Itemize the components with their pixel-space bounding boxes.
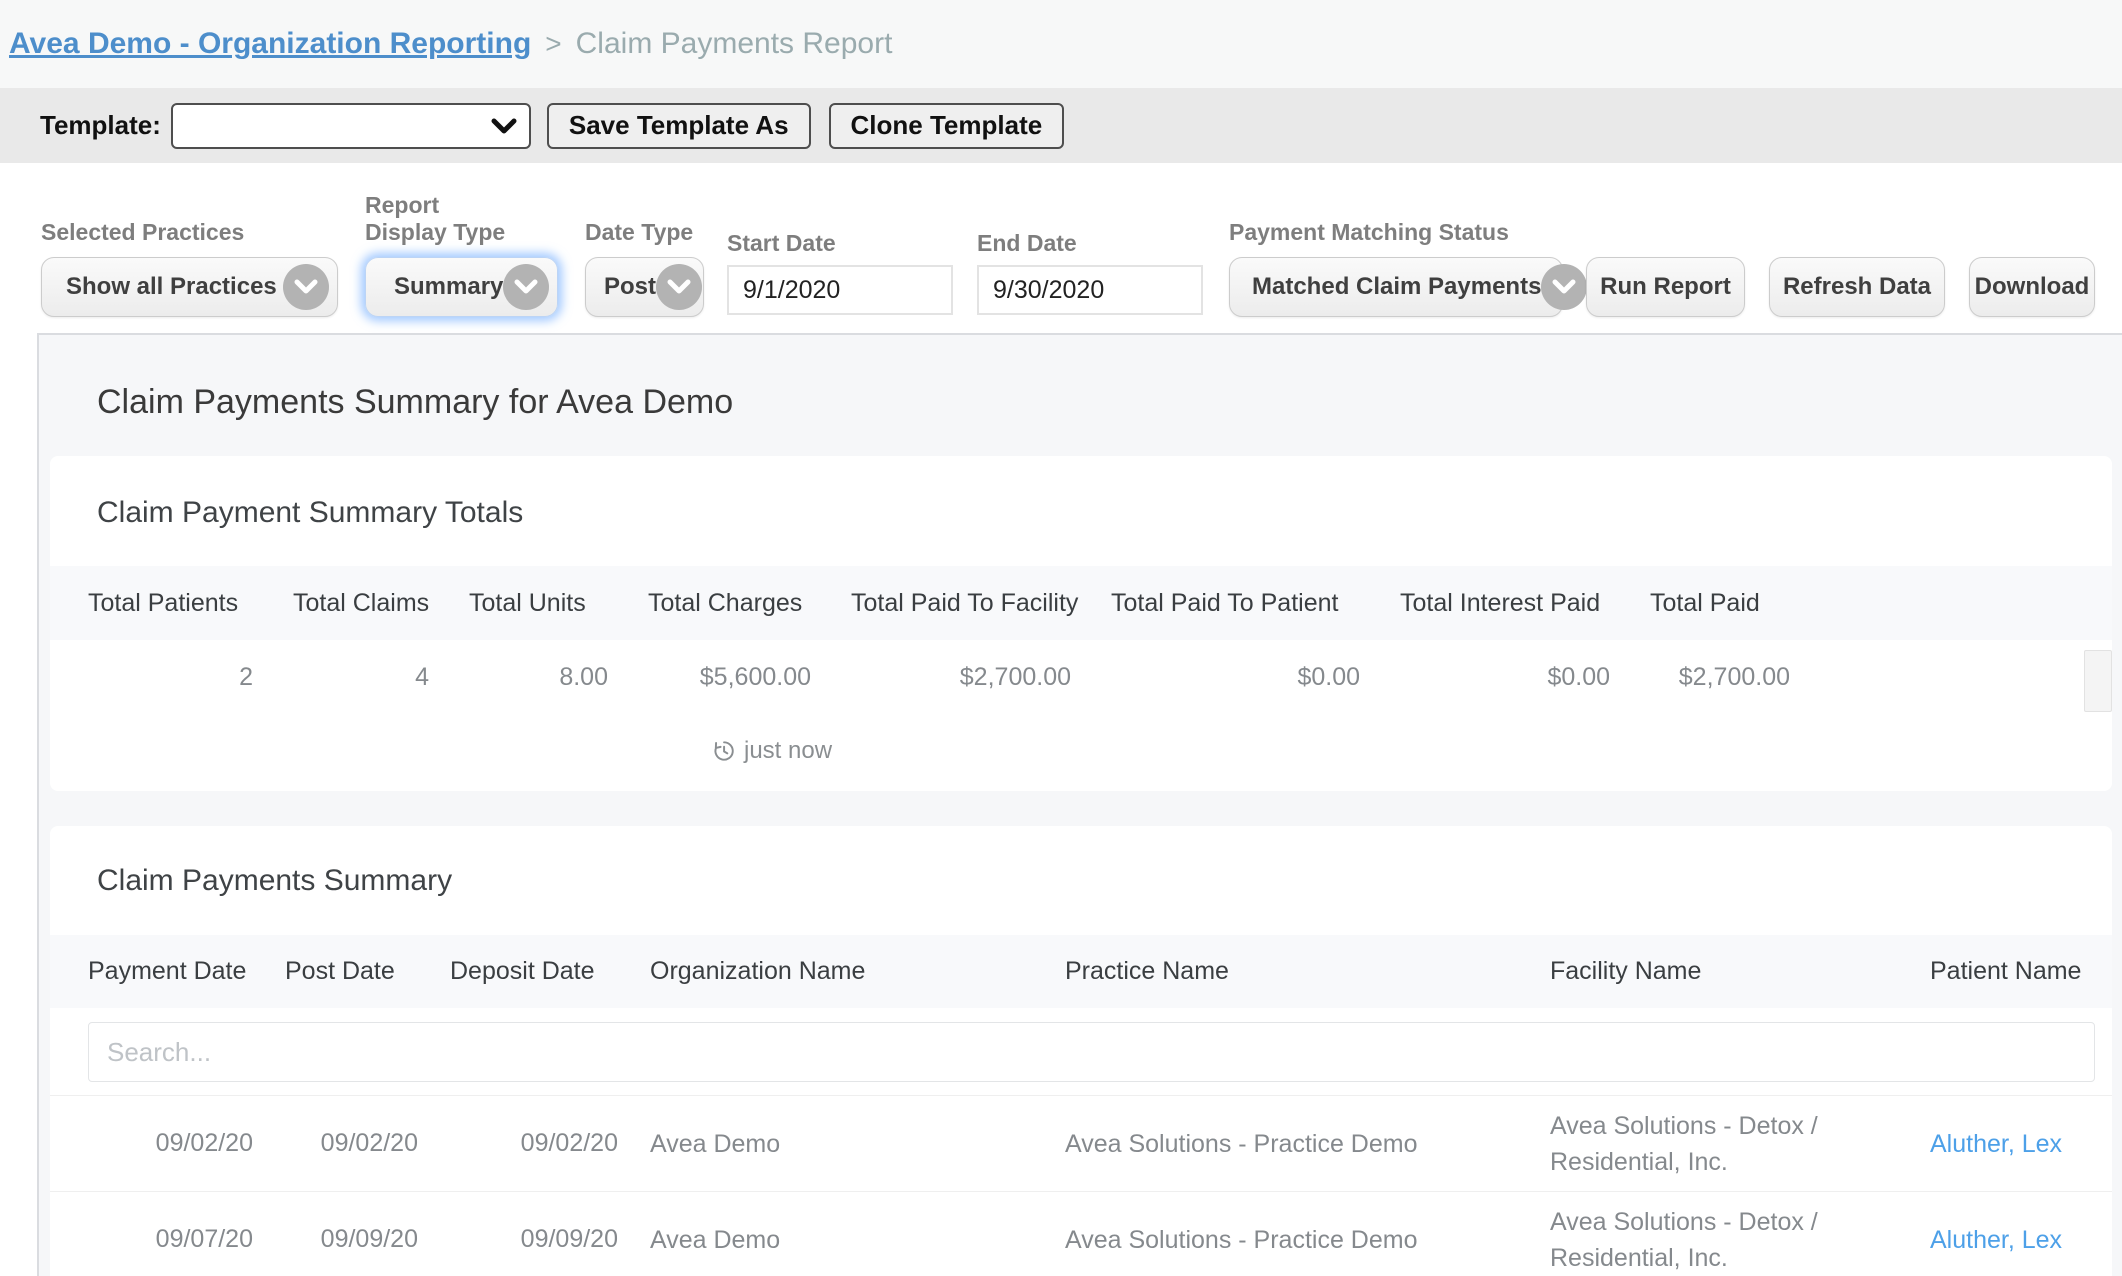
template-select[interactable] xyxy=(171,103,531,149)
total-claims-value: 4 xyxy=(255,663,431,692)
totals-table-row: 2 4 8.00 $5,600.00 $2,700.00 $0.00 $0.00… xyxy=(50,640,2112,715)
column-header: Facility Name xyxy=(1530,957,1910,986)
column-header: Total Units xyxy=(431,589,610,618)
summary-card-title: Claim Payments Summary xyxy=(50,826,2112,898)
practice-name-cell: Avea Solutions - Practice Demo xyxy=(1045,1126,1530,1162)
download-button[interactable]: Download xyxy=(1969,257,2095,317)
table-row: 09/07/20 09/09/20 09/09/20 Avea Demo Ave… xyxy=(50,1191,2112,1276)
column-header: Post Date xyxy=(265,957,430,986)
breadcrumb: Avea Demo - Organization Reporting > Cla… xyxy=(0,0,2122,88)
breadcrumb-separator: > xyxy=(545,28,561,60)
refreshed-text: just now xyxy=(744,737,832,765)
filter-report-display-type: Report Display Type Summary xyxy=(365,192,558,317)
clone-template-button[interactable]: Clone Template xyxy=(829,103,1065,149)
history-clock-icon xyxy=(710,738,736,764)
column-header: Total Paid To Patient xyxy=(1073,589,1362,618)
start-date-input[interactable] xyxy=(727,265,953,315)
summary-table-header: Payment Date Post Date Deposit Date Orga… xyxy=(50,935,2112,1008)
save-template-as-button[interactable]: Save Template As xyxy=(547,103,811,149)
refresh-data-button[interactable]: Refresh Data xyxy=(1769,257,1945,317)
column-header: Total Claims xyxy=(255,589,431,618)
template-label: Template: xyxy=(40,110,161,141)
totals-table-header: Total Patients Total Claims Total Units … xyxy=(50,566,2112,640)
filter-selected-practices: Selected Practices Show all Practices xyxy=(41,219,338,317)
chevron-down-icon xyxy=(656,264,702,310)
practice-name-cell: Avea Solutions - Practice Demo xyxy=(1045,1222,1530,1258)
totals-card-title: Claim Payment Summary Totals xyxy=(50,456,2112,530)
payment-date-cell: 09/07/20 xyxy=(50,1225,265,1254)
payment-date-cell: 09/02/20 xyxy=(50,1129,265,1158)
patient-link[interactable]: Aluther, Lex xyxy=(1930,1130,2062,1158)
patient-link[interactable]: Aluther, Lex xyxy=(1930,1226,2062,1254)
date-type-label: Date Type xyxy=(585,219,704,246)
select-caret-icon xyxy=(491,117,517,135)
column-header: Total Patients xyxy=(50,589,255,618)
column-header: Payment Date xyxy=(50,957,265,986)
report-filters: Selected Practices Show all Practices Re… xyxy=(0,163,2122,333)
total-charges-value: $5,600.00 xyxy=(610,663,813,692)
end-date-label: End Date xyxy=(977,230,1203,257)
summary-card: Claim Payments Summary Payment Date Post… xyxy=(50,826,2112,1276)
refreshed-status: just now xyxy=(710,737,832,765)
report-display-type-dropdown[interactable]: Summary xyxy=(365,257,558,317)
start-date-label: Start Date xyxy=(727,230,953,257)
search-input[interactable] xyxy=(88,1022,2095,1082)
breadcrumb-current-page: Claim Payments Report xyxy=(576,27,893,61)
column-header: Total Paid To Facility xyxy=(813,589,1073,618)
table-row: 09/02/20 09/02/20 09/02/20 Avea Demo Ave… xyxy=(50,1095,2112,1191)
deposit-date-cell: 09/09/20 xyxy=(430,1225,630,1254)
report-results-panel: Claim Payments Summary for Avea Demo Cla… xyxy=(37,333,2122,1276)
totals-card: Claim Payment Summary Totals Total Patie… xyxy=(50,456,2112,791)
patient-name-cell: Aluther, Lex xyxy=(1910,1126,2100,1162)
filter-payment-matching-status: Payment Matching Status Matched Claim Pa… xyxy=(1229,219,1563,317)
column-header: Deposit Date xyxy=(430,957,630,986)
selected-practices-label: Selected Practices xyxy=(41,219,338,246)
post-date-cell: 09/09/20 xyxy=(265,1225,430,1254)
end-date-input[interactable] xyxy=(977,265,1203,315)
organization-name-cell: Avea Demo xyxy=(630,1222,1045,1258)
selected-practices-dropdown[interactable]: Show all Practices xyxy=(41,257,338,317)
column-header: Patient Name xyxy=(1910,957,2100,986)
report-display-type-value: Summary xyxy=(394,273,503,301)
facility-name-cell: Avea Solutions - Detox / Residential, In… xyxy=(1530,1108,1910,1180)
total-paid-to-patient-value: $0.00 xyxy=(1073,663,1362,692)
chevron-down-icon xyxy=(1541,264,1587,310)
chevron-down-icon xyxy=(283,264,329,310)
filter-start-date: Start Date xyxy=(727,230,953,315)
vertical-scrollbar-thumb[interactable] xyxy=(2084,650,2112,712)
column-header: Total Charges xyxy=(610,589,813,618)
total-paid-value: $2,700.00 xyxy=(1612,663,1792,692)
organization-name-cell: Avea Demo xyxy=(630,1126,1045,1162)
total-paid-to-facility-value: $2,700.00 xyxy=(813,663,1073,692)
template-toolbar: Template: Save Template As Clone Templat… xyxy=(0,88,2122,163)
filter-end-date: End Date xyxy=(977,230,1203,315)
column-header: Total Interest Paid xyxy=(1362,589,1612,618)
breadcrumb-link-organization-reporting[interactable]: Avea Demo - Organization Reporting xyxy=(9,27,531,61)
patient-name-cell: Aluther, Lex xyxy=(1910,1222,2100,1258)
payment-matching-status-value: Matched Claim Payments xyxy=(1252,273,1541,301)
facility-name-cell: Avea Solutions - Detox / Residential, In… xyxy=(1530,1204,1910,1276)
report-title: Claim Payments Summary for Avea Demo xyxy=(97,383,2122,422)
report-display-type-label: Report Display Type xyxy=(365,192,525,246)
chevron-down-icon xyxy=(503,264,549,310)
date-type-dropdown[interactable]: Post xyxy=(585,257,704,317)
total-patients-value: 2 xyxy=(50,663,255,692)
selected-practices-value: Show all Practices xyxy=(66,273,277,301)
column-header: Organization Name xyxy=(630,957,1045,986)
deposit-date-cell: 09/02/20 xyxy=(430,1129,630,1158)
payment-matching-status-label: Payment Matching Status xyxy=(1229,219,1563,246)
date-type-value: Post xyxy=(604,273,656,301)
post-date-cell: 09/02/20 xyxy=(265,1129,430,1158)
table-search-row xyxy=(50,1008,2112,1095)
payment-matching-status-dropdown[interactable]: Matched Claim Payments xyxy=(1229,257,1563,317)
column-header: Total Paid xyxy=(1612,589,1792,618)
total-interest-paid-value: $0.00 xyxy=(1362,663,1612,692)
filter-date-type: Date Type Post xyxy=(585,219,704,317)
column-header: Practice Name xyxy=(1045,957,1530,986)
run-report-button[interactable]: Run Report xyxy=(1586,257,1745,317)
total-units-value: 8.00 xyxy=(431,663,610,692)
